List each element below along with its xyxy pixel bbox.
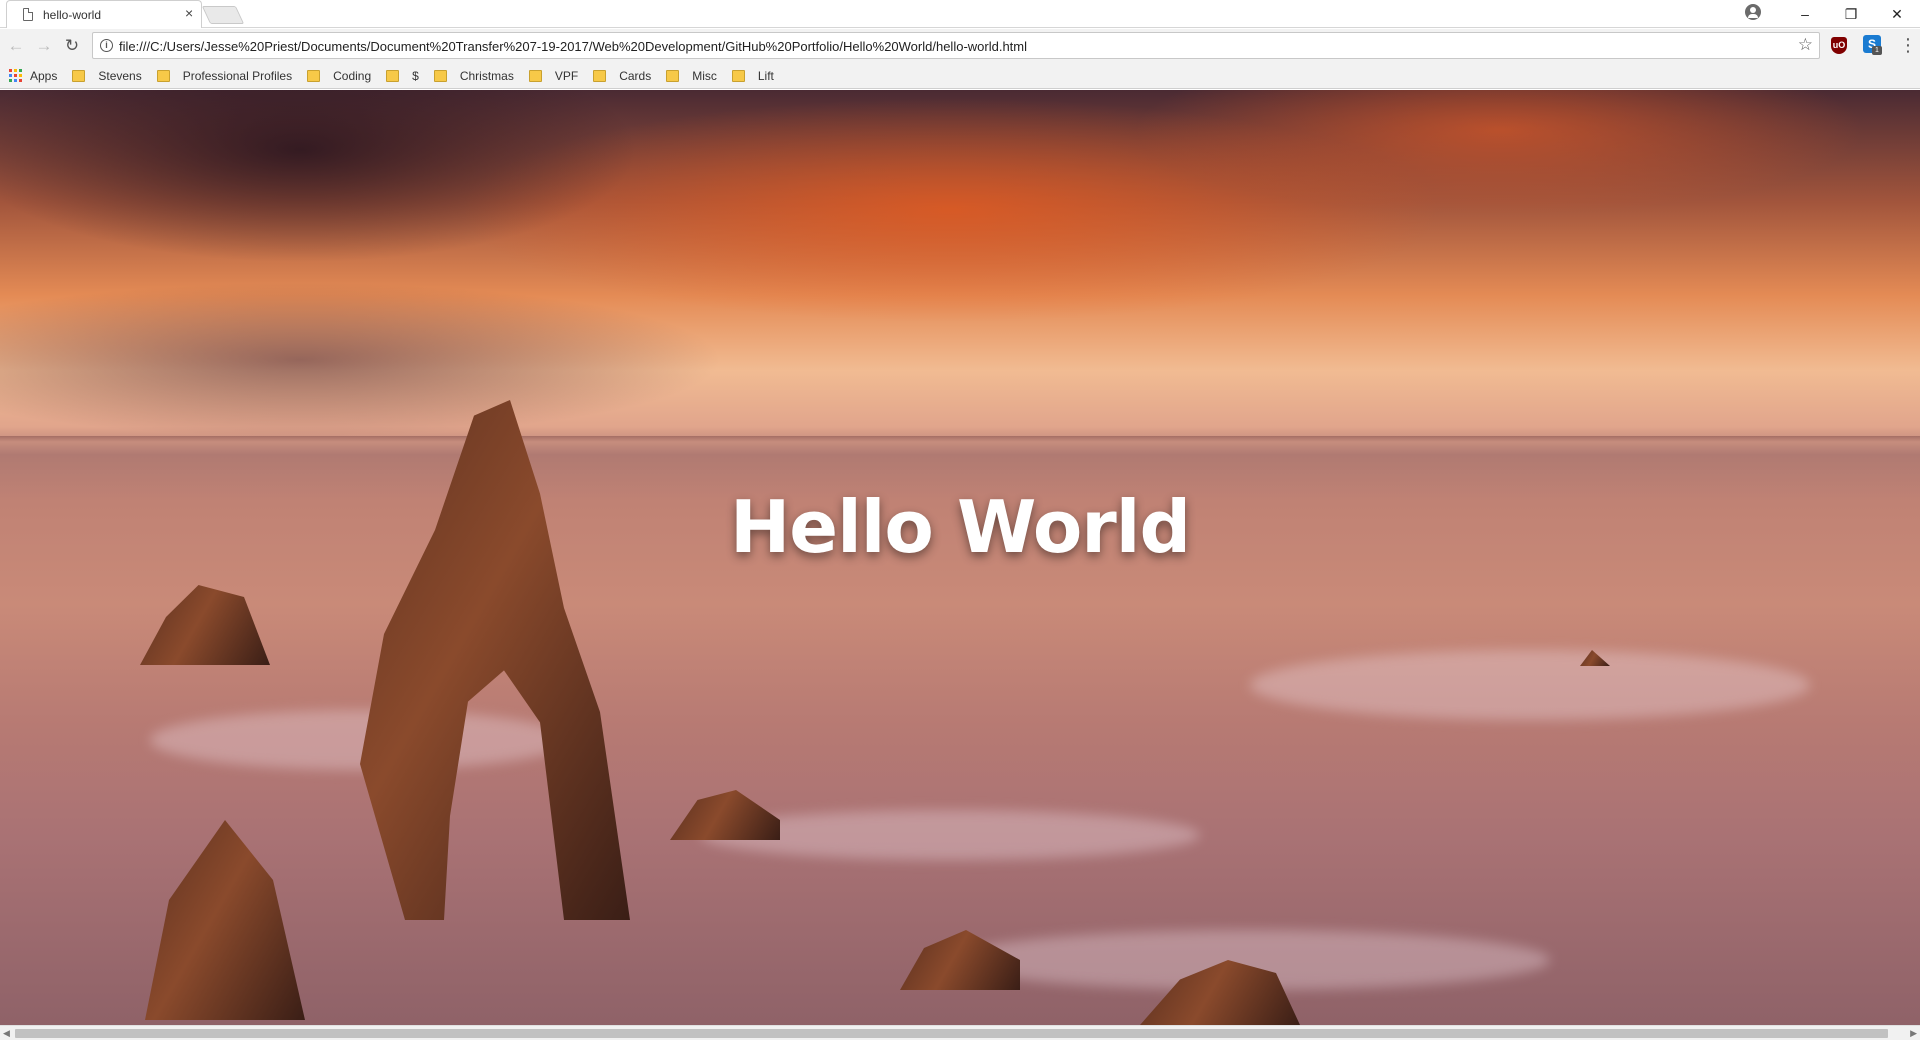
folder-icon — [386, 69, 400, 82]
bookmark-label: Cards — [619, 68, 652, 83]
bookmark-apps[interactable]: Apps — [9, 69, 57, 83]
rock — [145, 820, 305, 1020]
page-background-image: Hello World — [0, 90, 1920, 1025]
folder-icon — [528, 69, 542, 82]
folder-icon — [666, 69, 680, 82]
page-heading: Hello World — [729, 485, 1191, 569]
rock — [900, 930, 1020, 990]
bookmark-folder-dollar[interactable]: $ — [386, 69, 419, 83]
bookmark-folder-coding[interactable]: Coding — [307, 69, 371, 83]
window-controls: – ❐ ✕ — [1782, 0, 1920, 28]
bookmarks-bar: Apps Stevens Professional Profiles Codin… — [0, 63, 1920, 89]
bookmark-folder-vpf[interactable]: VPF — [528, 68, 579, 83]
rock — [670, 790, 780, 840]
browser-menu-icon[interactable]: ⋮ — [1899, 35, 1917, 55]
sea-arch-rock — [360, 400, 630, 920]
bookmark-folder-professional-profiles[interactable]: Professional Profiles — [156, 68, 293, 83]
horizon-line — [0, 436, 1920, 442]
reload-button[interactable]: ↻ — [61, 35, 83, 57]
bookmark-folder-christmas[interactable]: Christmas — [433, 68, 514, 83]
url-text[interactable]: file:///C:/Users/Jesse%20Priest/Document… — [119, 39, 1027, 54]
bookmark-folder-cards[interactable]: Cards — [593, 69, 651, 83]
bookmark-label: VPF — [554, 68, 579, 83]
tab-close-icon[interactable]: × — [185, 6, 193, 20]
reload-icon: ↻ — [64, 36, 80, 55]
rock — [140, 585, 270, 665]
bookmark-label: Stevens — [98, 68, 142, 83]
bookmark-folder-stevens[interactable]: Stevens — [72, 68, 142, 83]
folder-icon — [593, 69, 607, 82]
bookmark-folder-lift[interactable]: Lift — [731, 68, 774, 83]
bookmark-folder-misc[interactable]: Misc — [666, 69, 717, 83]
horizontal-scrollbar[interactable]: ◀ ▶ — [0, 1025, 1920, 1040]
bookmark-label: Lift — [757, 68, 774, 83]
forward-button[interactable]: → — [33, 35, 55, 57]
folder-icon — [72, 69, 86, 82]
tab-title: hello-world — [43, 8, 102, 22]
bookmark-label: Christmas — [459, 68, 514, 83]
folder-icon — [731, 69, 745, 82]
back-button[interactable]: ← — [5, 35, 27, 57]
folder-icon — [156, 69, 170, 82]
title-bar: hello-world × – ❐ ✕ — [0, 0, 1920, 28]
bookmark-star-icon[interactable]: ☆ — [1798, 35, 1813, 55]
site-info-icon[interactable]: i — [100, 39, 113, 52]
scroll-left-arrow-icon[interactable]: ◀ — [3, 1028, 10, 1039]
bookmark-label: Professional Profiles — [182, 68, 293, 83]
scroll-right-arrow-icon[interactable]: ▶ — [1910, 1028, 1917, 1039]
tab-hello-world[interactable]: hello-world × — [6, 0, 202, 28]
new-tab-button[interactable] — [201, 6, 245, 24]
bookmark-label: Misc — [692, 68, 717, 83]
back-arrow-icon: ← — [7, 36, 25, 55]
browser-toolbar: ← → ↻ i file:///C:/Users/Jesse%20Priest/… — [0, 29, 1920, 63]
bookmark-label: Coding — [333, 68, 372, 83]
page-favicon-icon — [23, 8, 33, 21]
restore-button[interactable]: ❐ — [1828, 0, 1874, 28]
wave-foam — [1250, 650, 1810, 720]
wave-foam — [150, 710, 570, 770]
address-bar[interactable]: i file:///C:/Users/Jesse%20Priest/Docume… — [92, 32, 1820, 59]
scrollbar-thumb[interactable] — [15, 1029, 1888, 1038]
bookmark-label: Apps — [30, 68, 58, 83]
forward-arrow-icon: → — [35, 36, 53, 55]
bookmark-label: $ — [412, 68, 419, 83]
close-window-button[interactable]: ✕ — [1874, 0, 1920, 28]
apps-grid-icon — [9, 69, 22, 82]
skype-badge: 1 — [1872, 46, 1882, 55]
folder-icon — [307, 69, 321, 82]
minimize-button[interactable]: – — [1782, 0, 1828, 28]
folder-icon — [433, 69, 447, 82]
profile-icon[interactable] — [1745, 4, 1761, 20]
ublock-extension-icon[interactable]: uO — [1831, 37, 1847, 54]
